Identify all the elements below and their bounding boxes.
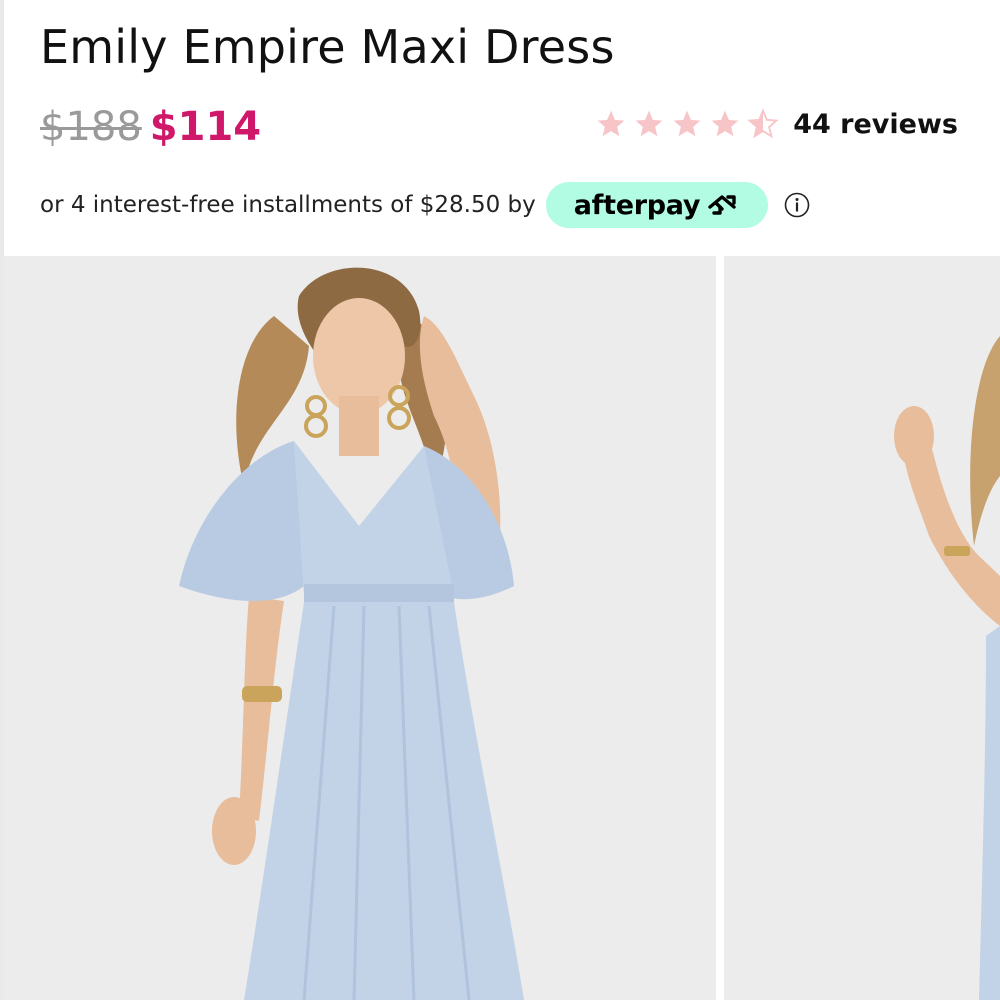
price-row: $188 $114 [40, 104, 261, 150]
star-icon [673, 110, 701, 137]
original-price: $188 [40, 104, 142, 150]
model-side-illustration [724, 256, 1000, 1000]
model-front-illustration [4, 256, 716, 1000]
product-image-side[interactable] [724, 256, 1000, 1000]
rating-summary[interactable]: 44 reviews [595, 108, 958, 140]
installments-text: or 4 interest-free installments of $28.5… [40, 192, 536, 218]
afterpay-logo-text: afterpay [573, 189, 701, 221]
star-icon [711, 110, 739, 137]
star-icon [597, 110, 625, 137]
product-image-front[interactable] [4, 256, 716, 1000]
star-icon [635, 110, 663, 137]
installments-row: or 4 interest-free installments of $28.5… [40, 182, 810, 228]
half-star-icon [747, 108, 779, 139]
product-title: Emily Empire Maxi Dress [40, 20, 615, 74]
afterpay-badge[interactable]: afterpay [545, 182, 769, 228]
product-image-gallery[interactable] [4, 256, 1000, 1000]
product-page: Emily Empire Maxi Dress $188 $114 44 rev… [0, 0, 1000, 1000]
star-rating [595, 108, 779, 140]
info-circle-icon[interactable] [784, 192, 810, 218]
reviews-link[interactable]: 44 reviews [793, 109, 958, 140]
afterpay-arrows-icon [708, 195, 736, 215]
sale-price: $114 [149, 104, 262, 150]
